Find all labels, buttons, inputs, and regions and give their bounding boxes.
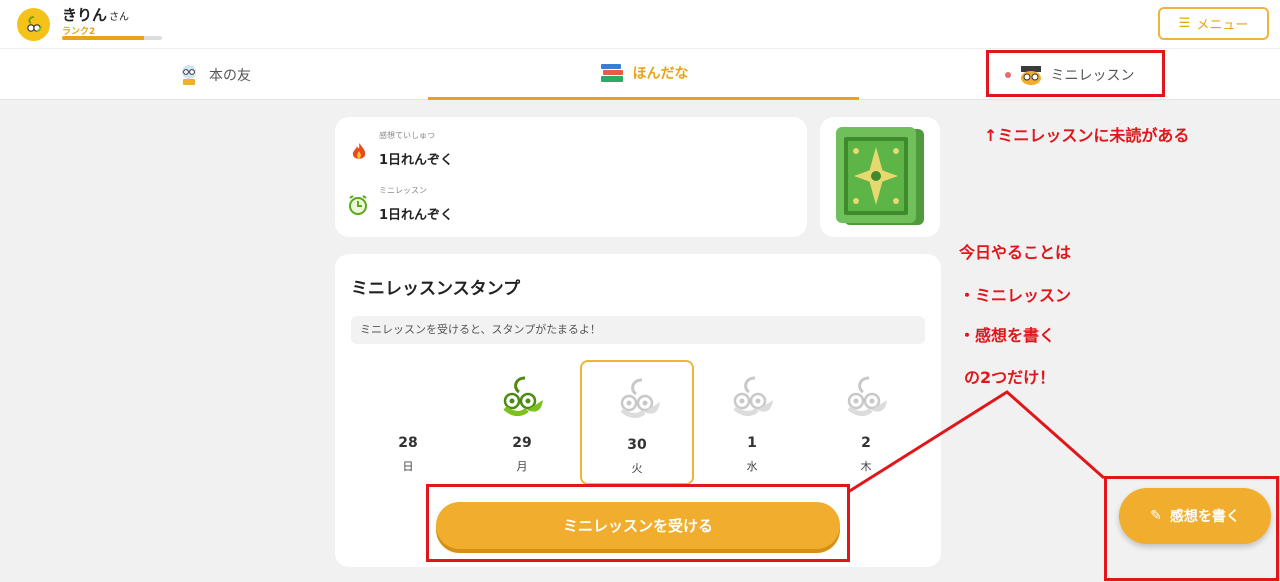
stamp-empty-icon: [733, 376, 773, 416]
annotation-today-2: ・ミニレッスン: [959, 286, 1072, 305]
top-header: きりん さん ランク2 ☰ メニュー: [0, 0, 1280, 48]
annotation-box-fab: [1104, 476, 1279, 581]
annotation-unread: ↑ミニレッスンに未読がある: [984, 126, 1190, 145]
stamp-day: 28 日: [351, 360, 465, 485]
stamp-day-number: 30: [627, 437, 647, 453]
book-card[interactable]: [820, 117, 940, 237]
rank-progress-bar: [62, 36, 162, 40]
bookshelf-icon: [600, 64, 623, 82]
stamp-day-weekday: 火: [631, 462, 643, 475]
annotation-today-1: 今日やることは: [959, 243, 1072, 262]
lesson-streak-label: ミニレッスン: [379, 186, 427, 195]
stamp-day: 2木: [809, 360, 923, 485]
stamp-day-weekday: 月: [516, 460, 528, 473]
stamp-day: 29 月: [465, 360, 579, 485]
hamburger-icon: ☰: [1178, 16, 1191, 31]
streak-card: 感想ていしゅつ 1日れんぞく ミニレッスン 1日れんぞく: [335, 117, 807, 237]
stamp-day-weekday: 日: [402, 460, 414, 473]
giraffe-avatar-icon[interactable]: [17, 8, 50, 41]
annotation-today-3: ・感想を書く: [959, 326, 1056, 345]
impression-streak-label: 感想ていしゅつ: [379, 131, 435, 140]
stamp-day-number: 2: [861, 435, 871, 451]
menu-button[interactable]: ☰ メニュー: [1158, 7, 1269, 40]
stamp-day-weekday: 水: [746, 460, 758, 473]
lesson-streak-value: 1日れんぞく: [379, 208, 454, 223]
tab-bookshelf[interactable]: ほんだな: [428, 49, 859, 100]
annotation-box-cta: [426, 484, 850, 562]
impression-streak-value: 1日れんぞく: [379, 153, 454, 168]
annotation-box-tab: [986, 50, 1165, 97]
stamp-day: 30 火: [580, 360, 694, 485]
stamp-empty-icon: [620, 378, 660, 418]
stamp-day-weekday: 木: [860, 460, 872, 473]
alarm-clock-icon: [349, 195, 367, 215]
stamp-day-number: 1: [747, 435, 757, 451]
book-cover-icon: [836, 127, 924, 225]
stamp-day: 1水: [695, 360, 809, 485]
stamp-day-number: 28: [398, 435, 418, 451]
stamp-title: ミニレッスンスタンプ: [351, 279, 521, 299]
stamp-day-number: 29: [512, 435, 532, 451]
stamp-empty-icon: [847, 376, 887, 416]
user-name: きりん さん: [62, 6, 130, 24]
book-friend-icon: [182, 64, 196, 85]
annotation-today-4: の2つだけ！: [964, 368, 1056, 387]
flame-icon: [352, 143, 366, 159]
tab-book-friend[interactable]: 本の友: [0, 49, 428, 100]
stamp-done-icon: [503, 376, 543, 416]
stamp-hint: ミニレッスンを受けると、スタンプがたまるよ！: [351, 316, 925, 344]
